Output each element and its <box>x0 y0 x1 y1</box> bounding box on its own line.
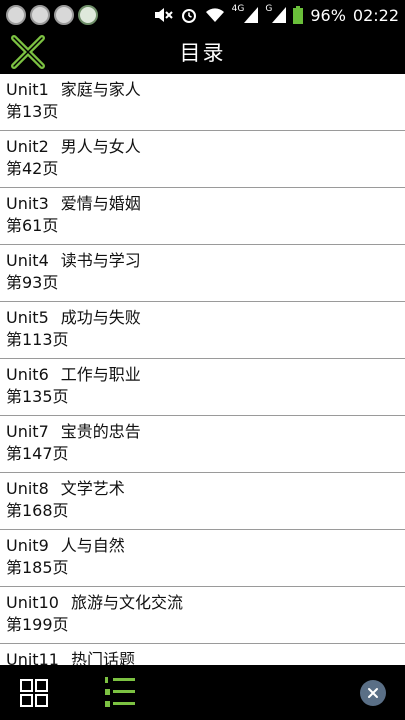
x-logo-icon[interactable] <box>10 34 46 70</box>
toc-topic: 旅游与文化交流 <box>70 593 183 612</box>
status-bar: 4G G 96% 02:22 <box>0 0 405 30</box>
toc-topic: 宝贵的忠告 <box>60 422 141 441</box>
toc-item-unit3[interactable]: Unit3 爱情与婚姻 第61页 <box>0 188 405 245</box>
page-title: 目录 <box>179 41 226 65</box>
toc-unit: Unit9 <box>6 536 49 555</box>
toc-item-unit1[interactable]: Unit1 家庭与家人 第13页 <box>0 74 405 131</box>
toc-topic: 爱情与婚姻 <box>60 194 141 213</box>
toc-topic: 文学艺术 <box>60 479 125 498</box>
bottom-toolbar <box>0 665 405 720</box>
close-icon[interactable] <box>360 680 386 706</box>
toc-unit: Unit10 <box>6 593 59 612</box>
toc-item-unit11[interactable]: Unit11 热门话题 <box>0 644 405 665</box>
toc-topic: 工作与职业 <box>60 365 141 384</box>
toc-item-unit6[interactable]: Unit6 工作与职业 第135页 <box>0 359 405 416</box>
alarm-icon <box>180 6 198 24</box>
mute-icon <box>153 6 173 24</box>
toc-page: 第13页 <box>6 102 59 121</box>
toc-item-unit5[interactable]: Unit5 成功与失败 第113页 <box>0 302 405 359</box>
toc-unit: Unit2 <box>6 137 49 156</box>
toc-page: 第185页 <box>6 558 69 577</box>
network-type-label: G <box>265 4 273 14</box>
numbered-list-icon[interactable] <box>103 675 137 709</box>
notification-icon <box>54 5 74 25</box>
system-icons: 4G G 96% 02:22 <box>153 4 399 25</box>
toc-topic: 读书与学习 <box>60 251 141 270</box>
toc-item-unit2[interactable]: Unit2 男人与女人 第42页 <box>0 131 405 188</box>
toc-item-unit9[interactable]: Unit9 人与自然 第185页 <box>0 530 405 587</box>
toc-topic: 家庭与家人 <box>60 80 141 99</box>
toc-page: 第168页 <box>6 501 69 520</box>
toc-page: 第135页 <box>6 387 69 406</box>
wifi-icon <box>205 7 225 23</box>
toc-topic: 人与自然 <box>60 536 125 555</box>
toc-page: 第113页 <box>6 330 69 349</box>
network-type-label: 4G <box>231 4 245 14</box>
toc-unit: Unit1 <box>6 80 49 99</box>
toc-unit: Unit3 <box>6 194 49 213</box>
toc-unit: Unit4 <box>6 251 49 270</box>
toc-page: 第93页 <box>6 273 59 292</box>
toc-topic: 男人与女人 <box>60 137 141 156</box>
toc-unit: Unit7 <box>6 422 49 441</box>
toc-page: 第199页 <box>6 615 69 634</box>
toc-topic: 成功与失败 <box>60 308 141 327</box>
toc-unit: Unit5 <box>6 308 49 327</box>
clock: 02:22 <box>352 5 399 25</box>
signal-4g-icon: 4G <box>231 4 259 23</box>
toc-page: 第147页 <box>6 444 69 463</box>
toc-unit: Unit6 <box>6 365 49 384</box>
battery-icon <box>293 6 304 24</box>
wechat-icon <box>78 5 98 25</box>
signal-g-icon: G <box>265 4 287 23</box>
toc-item-unit10[interactable]: Unit10 旅游与文化交流 第199页 <box>0 587 405 644</box>
toc-item-unit7[interactable]: Unit7 宝贵的忠告 第147页 <box>0 416 405 473</box>
grid-icon[interactable] <box>20 679 48 707</box>
toc-topic: 热门话题 <box>70 650 135 665</box>
toc-item-unit4[interactable]: Unit4 读书与学习 第93页 <box>0 245 405 302</box>
toc-page: 第61页 <box>6 216 59 235</box>
battery-percent: 96% <box>310 5 346 25</box>
toc-unit: Unit8 <box>6 479 49 498</box>
toc-page: 第42页 <box>6 159 59 178</box>
toc-list[interactable]: Unit1 家庭与家人 第13页 Unit2 男人与女人 第42页 Unit3 爱情与… <box>0 74 405 665</box>
toc-item-unit8[interactable]: Unit8 文学艺术 第168页 <box>0 473 405 530</box>
notification-icon <box>6 5 26 25</box>
title-bar: 目录 <box>0 30 405 74</box>
notification-icon <box>30 5 50 25</box>
toc-unit: Unit11 <box>6 650 59 665</box>
notification-icons <box>6 5 98 25</box>
